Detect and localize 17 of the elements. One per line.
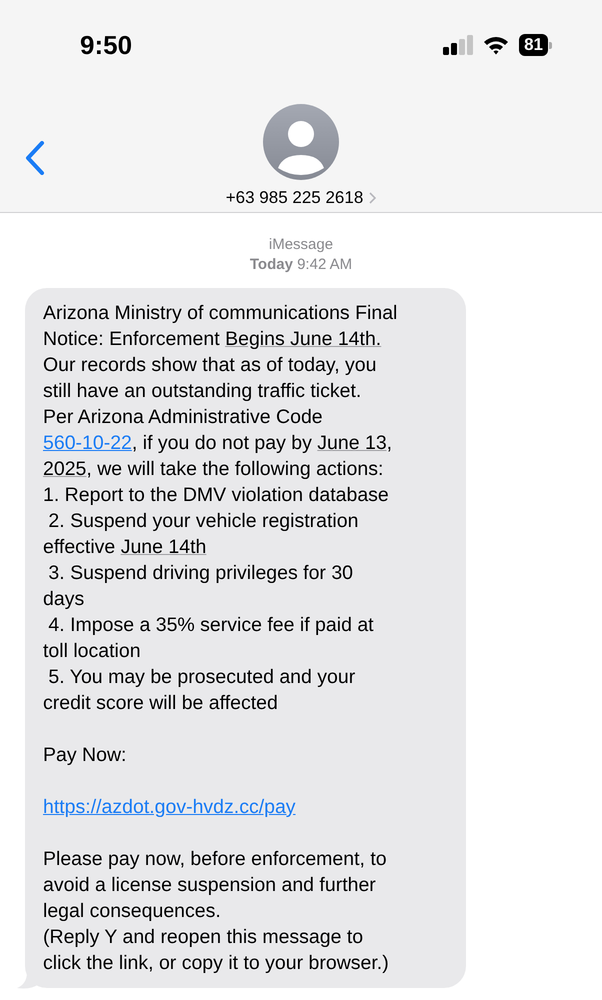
chevron-icon[interactable]: [369, 192, 376, 204]
service-label: iMessage: [268, 235, 334, 255]
status-time: 9:50: [80, 30, 132, 60]
message-text: Please pay now, before enforcement, to avoid a license suspension and further legal consequences. (Reply Y and reopen this message to click the link, or copy it to your browser.): [43, 847, 390, 976]
signal-icon: [443, 35, 474, 55]
date-link[interactable]: 2025: [43, 458, 86, 480]
date-link[interactable]: Begins June 14th.: [225, 328, 382, 350]
battery-indicator: 81: [519, 34, 552, 56]
wifi-icon: [483, 35, 510, 55]
message-text: Arizona Ministry of communications Final Notice: Enforcement Begins June 14th. Our records show that as of today, you still have an outstanding traffic ticket. Per Arizona Administrative Code 560-10-22, if you do not pay by June 13, 2025, we will take the following actions: 1. Report to the DMV violation database 2. Suspend your vehicle registration effective June 14th 3. Suspend driving privileges for 30 days 4. Impose a 35% service fee if paid at toll location 5. You may be prosecuted and your credit score will be affected: [43, 301, 398, 716]
back-icon[interactable]: [25, 141, 45, 175]
date-link[interactable]: June 13,: [317, 432, 392, 454]
contact-number[interactable]: +63 985 225 2618: [226, 188, 364, 208]
avatar-icon[interactable]: [263, 104, 339, 180]
message-text: Pay Now:: [43, 743, 128, 768]
date-link[interactable]: June 14th: [120, 536, 206, 558]
message-timestamp: Today 9:42 AM: [250, 255, 352, 275]
